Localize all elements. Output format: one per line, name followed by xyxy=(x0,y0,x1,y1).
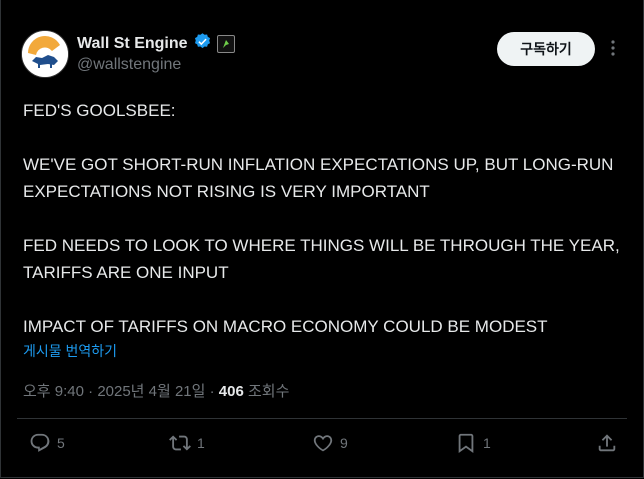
author-handle[interactable]: @wallstengine xyxy=(77,56,181,74)
like-count: 9 xyxy=(340,435,348,451)
more-icon[interactable] xyxy=(603,36,623,60)
post-line: FED'S GOOLSBEE: xyxy=(23,101,176,120)
post-meta: 오후 9:40 · 2025년 4월 21일 · 406 조회수 xyxy=(23,383,290,400)
post-date[interactable]: 2025년 4월 21일 xyxy=(97,383,205,400)
verified-badge-icon xyxy=(193,32,212,56)
reply-icon xyxy=(30,433,50,452)
post-line: IMPACT OF TARIFFS ON MACRO ECONOMY COULD… xyxy=(23,317,548,336)
repost-count: 1 xyxy=(197,435,205,451)
post-container: Wall St Engine @wallstengine 구독하기 FED'S … xyxy=(0,0,644,478)
share-button[interactable] xyxy=(596,432,618,454)
author-name[interactable]: Wall St Engine xyxy=(77,35,188,53)
action-bar: 5 1 9 1 xyxy=(1,432,644,460)
repost-button[interactable]: 1 xyxy=(169,432,205,454)
like-button[interactable]: 9 xyxy=(312,432,348,454)
repost-icon xyxy=(169,435,191,451)
reply-count: 5 xyxy=(57,435,65,451)
divider xyxy=(17,418,627,419)
subscribe-button[interactable]: 구독하기 xyxy=(497,32,595,66)
post-line: WE'VE GOT SHORT-RUN INFLATION EXPECTATIO… xyxy=(23,155,614,201)
avatar[interactable] xyxy=(21,30,69,78)
bookmark-button[interactable]: 1 xyxy=(455,432,491,454)
reply-button[interactable]: 5 xyxy=(29,432,65,454)
post-line: FED NEEDS TO LOOK TO WHERE THINGS WILL B… xyxy=(23,236,620,282)
affiliate-badge-icon[interactable] xyxy=(216,35,235,53)
views-label: 조회수 xyxy=(248,383,290,400)
author-row: Wall St Engine xyxy=(77,32,235,56)
post-time[interactable]: 오후 9:40 xyxy=(23,383,84,400)
post-text: FED'S GOOLSBEE: WE'VE GOT SHORT-RUN INFL… xyxy=(23,97,623,340)
share-icon xyxy=(598,434,616,452)
views-count: 406 xyxy=(218,383,244,400)
like-icon xyxy=(313,435,333,452)
bookmark-count: 1 xyxy=(483,435,491,451)
translate-link[interactable]: 게시물 번역하기 xyxy=(23,341,117,361)
bookmark-icon xyxy=(458,433,474,454)
